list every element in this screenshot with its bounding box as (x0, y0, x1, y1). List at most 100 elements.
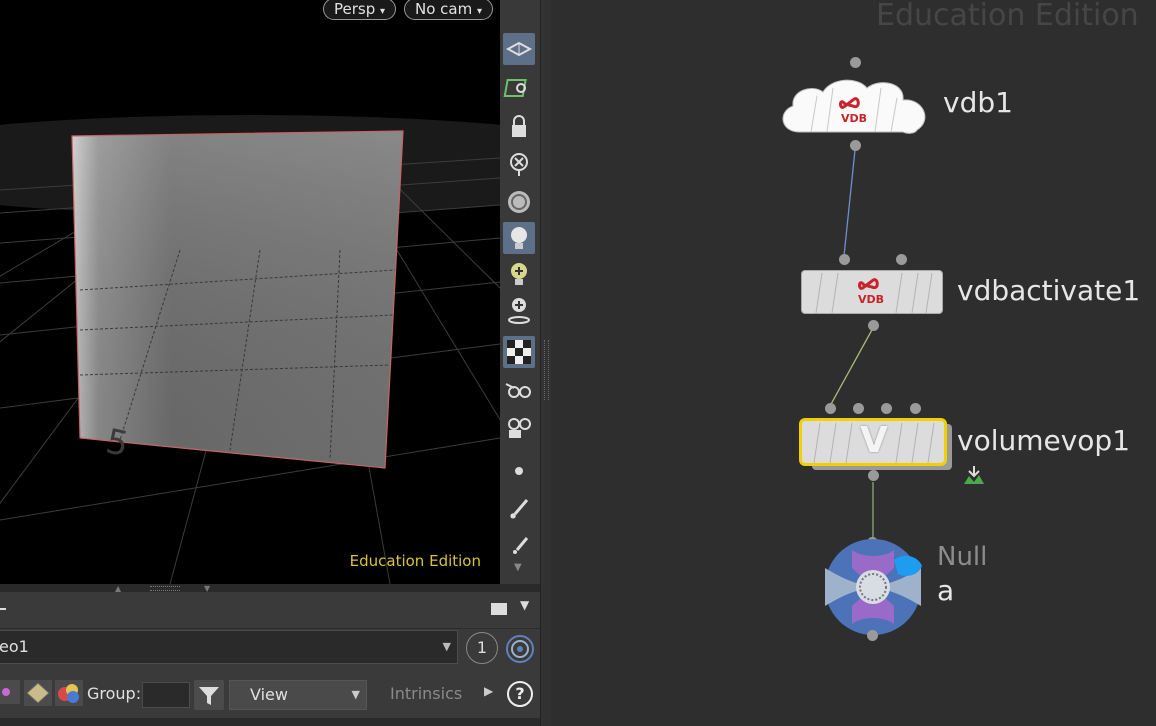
viewport-scene-graphic: 5 (0, 0, 500, 584)
node-vdbactivate1[interactable]: VDB (801, 270, 943, 314)
viewport-toolbar: ▼ (500, 0, 540, 584)
node-name-label[interactable]: volumevop1 (957, 424, 1130, 457)
cloud-node-shape (782, 79, 926, 134)
shading-sphere-icon (508, 191, 530, 213)
camera-label: No cam (415, 0, 473, 18)
detail-attrib-icon (58, 684, 79, 703)
splitter-grip-icon (544, 340, 549, 400)
display-options-button[interactable] (503, 33, 535, 65)
node-volumevop1[interactable]: V (799, 418, 947, 466)
chevron-down-icon: ▾ (380, 6, 386, 17)
light-add-button[interactable] (503, 258, 535, 290)
node-vdb1[interactable]: VDB (777, 76, 931, 136)
scene-viewport[interactable]: 5 Persp ▾ No cam ▾ Education Edition (0, 0, 500, 584)
output-connector[interactable] (867, 630, 878, 641)
view-dropdown-label: View (250, 685, 288, 704)
input-connector[interactable] (850, 57, 861, 68)
headlight-icon (511, 227, 527, 249)
snap-button[interactable] (503, 72, 535, 104)
ghost-icon (510, 153, 528, 176)
pin-group-button[interactable]: 1 (466, 632, 498, 664)
network-editor[interactable]: Education Edition VDB vdb1 VDB vdbactiva… (551, 0, 1156, 726)
snap-icon (503, 79, 527, 97)
link-options-button[interactable] (505, 634, 535, 664)
node-path-value: eo1 (0, 637, 29, 656)
render-visibility-button[interactable] (503, 410, 535, 442)
visibility-button[interactable] (503, 374, 535, 406)
group-filter-input[interactable] (142, 682, 190, 708)
node-path-field[interactable]: eo1 ▼ (0, 630, 458, 664)
render-flag-icon (964, 466, 984, 484)
lock-camera-icon (512, 115, 526, 137)
spotlight-icon (508, 298, 530, 324)
output-connector[interactable] (868, 470, 879, 481)
node-name-label[interactable]: a (937, 574, 954, 607)
input-connector[interactable] (910, 403, 921, 414)
pin-icon (513, 537, 529, 554)
point-icon (515, 467, 523, 475)
display-options-icon (505, 41, 533, 57)
pane-splitter[interactable] (540, 0, 551, 726)
vdb-logo-text: VDB (858, 293, 885, 306)
pane-divider[interactable]: ▲ ▼ (0, 584, 540, 593)
ghost-button[interactable] (503, 148, 535, 180)
camera-dropdown[interactable]: No cam ▾ (404, 0, 494, 20)
input-connector[interactable] (853, 403, 864, 414)
headlight-button[interactable] (503, 222, 535, 254)
point-display-button[interactable] (503, 455, 535, 487)
vop-logo-text: V (860, 420, 888, 461)
input-connector[interactable] (881, 403, 892, 414)
render-glasses-icon (508, 418, 531, 438)
pane-menu-chevron-icon[interactable]: ▼ (520, 598, 529, 612)
detail-mode-button[interactable] (55, 680, 83, 706)
input-connector[interactable] (839, 254, 850, 265)
divider-grip-icon (150, 586, 180, 591)
help-button[interactable]: ? (507, 681, 533, 707)
shading-button[interactable] (503, 186, 535, 218)
input-connector[interactable] (825, 403, 836, 414)
perspective-dropdown[interactable]: Persp ▾ (323, 0, 397, 20)
toolbar-scroll-down-icon[interactable]: ▼ (514, 562, 522, 573)
primitives-mode-button[interactable] (24, 680, 52, 706)
chevron-down-icon: ▼ (442, 640, 451, 653)
vdb-logo-text: VDB (841, 112, 868, 125)
node-name-label[interactable]: vdb1 (943, 86, 1013, 119)
link-options-icon (506, 635, 534, 663)
geometry-spreadsheet-panel: ▲ ▼ ▼ eo1 ▼ 1 Group: View ▼ Intrinsics ▶… (0, 584, 540, 726)
funnel-icon (199, 687, 219, 705)
minus-icon[interactable] (0, 608, 6, 610)
spreadsheet-header-strip (0, 718, 540, 726)
primitive-attrib-icon (26, 682, 50, 704)
chevron-down-icon: ▾ (477, 6, 483, 17)
expand-right-icon[interactable]: ▶ (484, 684, 493, 698)
input-connector[interactable] (896, 254, 907, 265)
pin-group-number: 1 (476, 638, 488, 657)
pane-maximize-icon[interactable] (491, 603, 507, 615)
checker-icon (507, 340, 531, 364)
node-null-a[interactable] (822, 538, 924, 636)
spreadsheet-toolbar: Group: View ▼ Intrinsics ▶ ? (0, 676, 540, 718)
group-label: Group: (87, 684, 142, 703)
chevron-down-icon: ▼ (351, 688, 360, 701)
education-watermark: Education Edition (349, 552, 481, 570)
light-add-icon (511, 263, 527, 285)
visibility-glasses-icon (505, 383, 531, 398)
pane-tab-bar: ▼ (0, 592, 540, 629)
brush-button[interactable] (503, 494, 535, 526)
brush-icon (510, 499, 529, 519)
filter-button[interactable] (194, 680, 224, 710)
view-dropdown[interactable]: View ▼ (229, 680, 367, 710)
output-connector[interactable] (850, 140, 861, 151)
node-name-label[interactable]: vdbactivate1 (957, 274, 1140, 307)
pin-button[interactable] (503, 530, 535, 562)
spotlight-button[interactable] (503, 294, 535, 326)
intrinsics-toggle[interactable]: Intrinsics (390, 684, 462, 703)
checker-button[interactable] (503, 336, 535, 368)
null-node-shape (825, 539, 922, 635)
node-type-label: Null (937, 542, 988, 572)
render-flag-button[interactable] (962, 464, 986, 486)
help-label: ? (515, 684, 525, 703)
output-connector[interactable] (868, 320, 879, 331)
lock-camera-button[interactable] (503, 110, 535, 142)
points-mode-button[interactable] (0, 680, 20, 704)
